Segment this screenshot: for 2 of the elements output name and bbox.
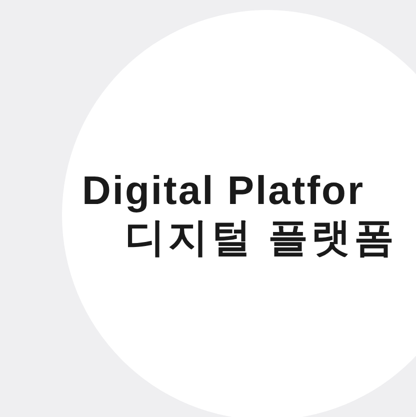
heading-title: Digital Platfor bbox=[82, 168, 365, 214]
heading-subtitle: 디지털 플랫폼 bbox=[125, 215, 398, 262]
